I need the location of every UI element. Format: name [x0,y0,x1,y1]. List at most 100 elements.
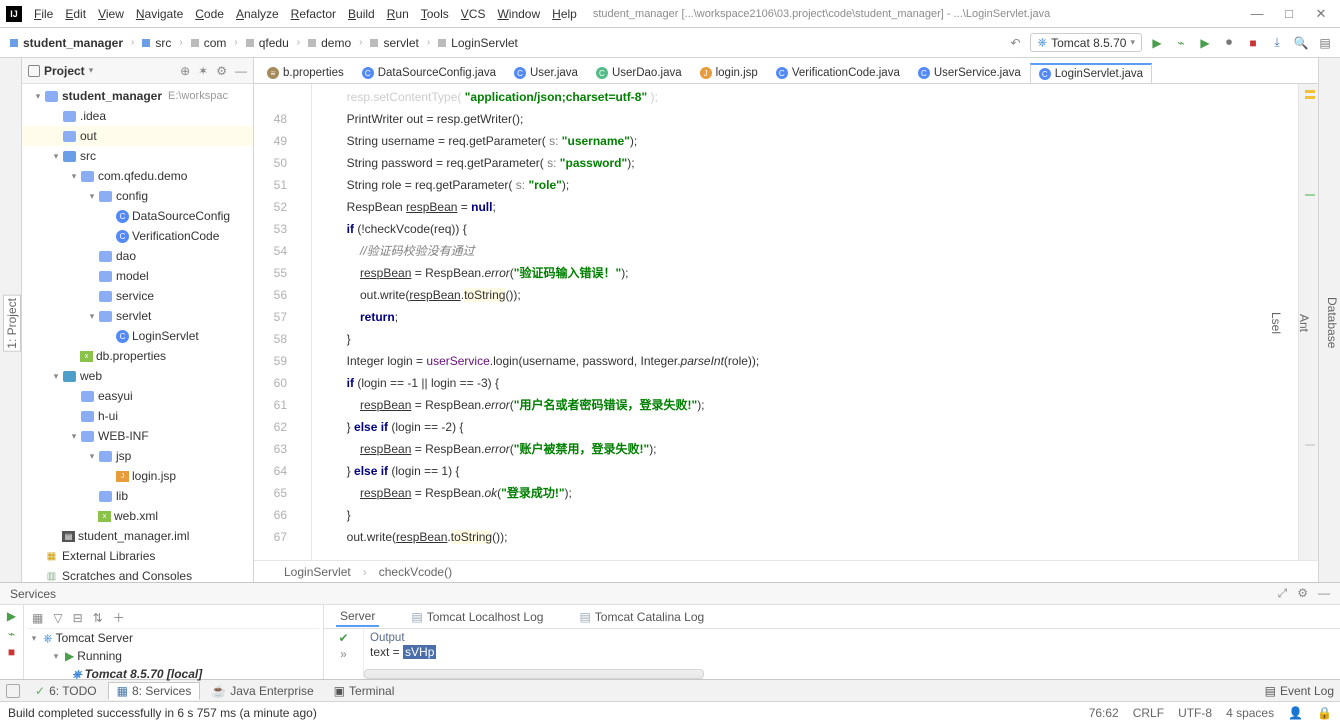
tree-item-login-jsp[interactable]: Jlogin.jsp [22,466,253,486]
tree-item-com-qfedu-demo[interactable]: ▾com.qfedu.demo [22,166,253,186]
tree-item-config[interactable]: ▾config [22,186,253,206]
right-stripe-lsel[interactable]: Lsel [1268,310,1284,336]
editor-tab-verificationcode-java[interactable]: CVerificationCode.java [767,63,909,83]
left-stripe-project[interactable]: 1: Project [3,295,21,352]
menu-file[interactable]: File [30,5,57,23]
tree-item-scratches-and-consoles[interactable]: ▥Scratches and Consoles [22,566,253,582]
bottom-menu-icon[interactable] [6,684,20,698]
menu-run[interactable]: Run [383,5,413,23]
editor-tab-login-jsp[interactable]: Jlogin.jsp [691,63,767,83]
svc-tree-instance[interactable]: Tomcat 8.5.70 [local] [85,667,203,681]
gear-icon[interactable]: ⚙ [216,64,227,78]
menu-help[interactable]: Help [548,5,581,23]
settings-icon[interactable]: ▤ [1316,34,1334,52]
svc-tab-catalina[interactable]: ▤Tomcat Catalina Log [575,608,708,626]
tree-item-out[interactable]: out [22,126,253,146]
tree-item-student_manager[interactable]: ▾student_managerE:\workspac [22,86,253,106]
tree-item-jsp[interactable]: ▾jsp [22,446,253,466]
run-config-dropdown[interactable]: ⎈ Tomcat 8.5.70 ▾ [1030,33,1142,52]
menu-window[interactable]: Window [493,5,544,23]
bottom-tab-services[interactable]: ▦8: Services [108,682,201,700]
run-icon[interactable]: ▶ [1148,34,1166,52]
menu-code[interactable]: Code [191,5,228,23]
tree-item-src[interactable]: ▾src [22,146,253,166]
event-log-button[interactable]: ▤Event Log [1265,684,1334,698]
svc-sort-icon[interactable]: ⇅ [93,611,103,625]
tree-item-external-libraries[interactable]: ▦External Libraries [22,546,253,566]
svc-tree-root[interactable]: Tomcat Server [56,631,133,645]
editor-tab-loginservlet-java[interactable]: CLoginServlet.java [1030,63,1152,84]
svc-run-icon[interactable]: ▶ [7,609,16,623]
svc-tree-running[interactable]: Running [77,649,122,663]
tree-item-h-ui[interactable]: h-ui [22,406,253,426]
svc-tab-server[interactable]: Server [336,607,379,627]
editor-tab-userdao-java[interactable]: CUserDao.java [587,63,691,83]
inspection-icon[interactable]: 👤 [1288,706,1303,720]
crumb-qfedu[interactable]: qfedu [242,34,293,52]
maximize-button[interactable]: □ [1282,7,1296,21]
svc-scroll-icon[interactable]: » [340,647,347,661]
tree-item-easyui[interactable]: easyui [22,386,253,406]
editor-tab-b-properties[interactable]: ≡b.properties [258,63,353,83]
profile-icon[interactable]: ⏺ [1220,34,1238,52]
svc-tab-localhost[interactable]: ▤Tomcat Localhost Log [407,608,547,626]
tree-item-web-inf[interactable]: ▾WEB-INF [22,426,253,446]
menu-build[interactable]: Build [344,5,379,23]
menu-analyze[interactable]: Analyze [232,5,283,23]
expand-icon[interactable]: ✶ [198,64,208,78]
tree-item-web[interactable]: ▾web [22,366,253,386]
editor-tab-user-java[interactable]: CUser.java [505,63,587,83]
code-editor[interactable]: resp.setContentType( "application/json;c… [312,84,1298,560]
coverage-icon[interactable]: ▶ [1196,34,1214,52]
editor-tab-userservice-java[interactable]: CUserService.java [909,63,1030,83]
stop-icon[interactable]: ■ [1244,34,1262,52]
tree-item-verificationcode[interactable]: CVerificationCode [22,226,253,246]
menu-view[interactable]: View [94,5,128,23]
services-gear-icon[interactable]: ⚙ [1297,586,1308,601]
crumb-student_manager[interactable]: student_manager [6,34,127,52]
output-scrollbar[interactable] [364,669,704,679]
tree-item-web-xml[interactable]: xweb.xml [22,506,253,526]
back-icon[interactable]: ↶ [1006,34,1024,52]
svc-stop-icon[interactable]: ■ [8,645,15,659]
svc-filter-icon[interactable]: ▽ [53,611,62,625]
right-stripe-ant[interactable]: Ant [1296,312,1312,334]
minimize-button[interactable]: — [1250,7,1264,21]
svc-tree-icon[interactable]: ▦ [32,611,43,625]
crumb-LoginServlet[interactable]: LoginServlet [434,34,522,52]
locate-icon[interactable]: ⊕ [180,64,190,78]
services-expand-icon[interactable]: ⤢ [1278,586,1288,601]
project-panel-title[interactable]: Project ▾ [28,64,93,78]
close-button[interactable]: ✕ [1314,7,1328,21]
editor-tab-datasourceconfig-java[interactable]: CDataSourceConfig.java [353,63,505,83]
menu-navigate[interactable]: Navigate [132,5,187,23]
svc-group-icon[interactable]: ⊟ [73,611,83,625]
line-ending[interactable]: CRLF [1133,706,1164,720]
tree-item-student_manager-iml[interactable]: ▤student_manager.iml [22,526,253,546]
menu-refactor[interactable]: Refactor [287,5,340,23]
crumb-servlet[interactable]: servlet [366,34,422,52]
tree-item--idea[interactable]: .idea [22,106,253,126]
crumb-demo[interactable]: demo [304,34,355,52]
svc-debug-icon[interactable]: ⌁ [8,627,15,641]
hide-icon[interactable]: — [235,64,247,78]
tree-item-loginservlet[interactable]: CLoginServlet [22,326,253,346]
services-hide-icon[interactable]: — [1318,586,1330,601]
right-stripe-database[interactable]: Database [1324,295,1340,350]
crumb-src[interactable]: src [138,34,175,52]
bottom-tab-terminal[interactable]: ▣Terminal [325,682,404,700]
encoding[interactable]: UTF-8 [1178,706,1212,720]
menu-vcs[interactable]: VCS [457,5,490,23]
tree-item-db-properties[interactable]: xdb.properties [22,346,253,366]
tree-item-lib[interactable]: lib [22,486,253,506]
debug-icon[interactable]: ⌁ [1172,34,1190,52]
project-tree[interactable]: ▾student_managerE:\workspac.ideaout▾src▾… [22,84,253,582]
bottom-tab-java-enterprise[interactable]: ☕Java Enterprise [202,682,322,700]
tree-item-servlet[interactable]: ▾servlet [22,306,253,326]
menu-edit[interactable]: Edit [61,5,90,23]
bottom-tab-todo[interactable]: ✓6: TODO [26,682,106,700]
crumb-com[interactable]: com [187,34,231,52]
tree-item-dao[interactable]: dao [22,246,253,266]
tree-item-model[interactable]: model [22,266,253,286]
tree-item-datasourceconfig[interactable]: CDataSourceConfig [22,206,253,226]
